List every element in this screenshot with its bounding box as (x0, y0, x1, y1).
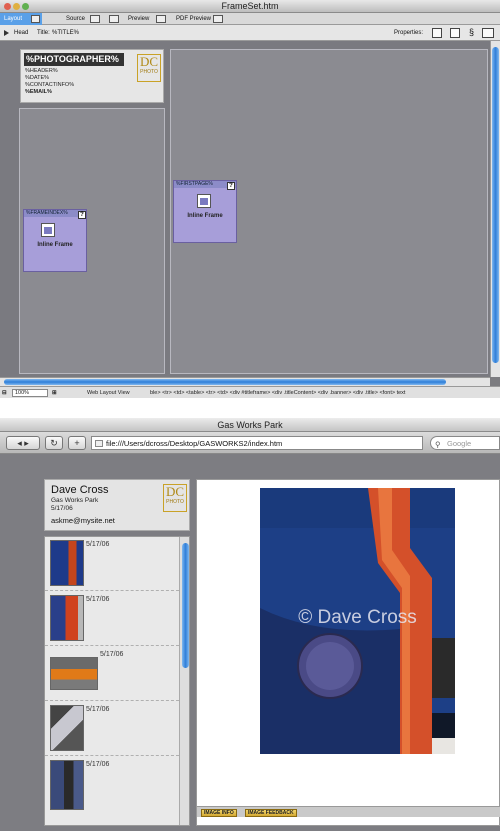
contactinfo-placeholder: %CONTACTINFO% (25, 82, 75, 88)
vertical-scroll-thumb[interactable] (492, 47, 499, 363)
thumbnail-date: 5/17/06 (100, 651, 124, 658)
logo-monogram: DC (139, 54, 159, 69)
header-placeholder: %HEADER% (25, 68, 58, 74)
back-forward-button[interactable]: ◂ ▸ (6, 436, 40, 450)
pdf-view-icon[interactable] (156, 15, 166, 23)
thumbnail-scroll-thumb[interactable] (182, 543, 189, 668)
thumbnail-image[interactable] (50, 657, 98, 690)
search-field[interactable]: ⚲ Google (430, 436, 500, 450)
photo-logo: DC PHOTO (137, 54, 161, 82)
main-frame-panel[interactable]: %FIRSTPAGE% ? Inline Frame (170, 49, 488, 374)
inline-frame-icon (197, 194, 211, 208)
head-bar: Head Title: %TITLE% Properties: § (0, 25, 500, 41)
editor-window: FrameSet.htm Layout Source Preview PDF P… (0, 0, 500, 398)
horizontal-scroll-thumb[interactable] (4, 379, 446, 385)
layout-view-icon[interactable] (31, 15, 40, 23)
list-item[interactable]: 5/17/06 (45, 757, 179, 811)
date-placeholder: %DATE% (25, 75, 50, 81)
help-icon[interactable]: ? (227, 182, 235, 190)
search-icon: ⚲ (435, 440, 441, 449)
editor-view-toolbar: Layout Source Preview PDF Preview (0, 13, 500, 25)
site-header: Dave Cross Gas Works Park 5/17/06 askme@… (44, 479, 190, 531)
thumbnail-scrollbar[interactable] (179, 537, 189, 825)
list-item[interactable]: 5/17/06 (45, 702, 179, 756)
gallery-subtitle: Gas Works Park (51, 497, 99, 504)
left-inline-frame[interactable]: %FRAMEINDEX% ? Inline Frame (23, 209, 87, 272)
source-tab[interactable]: Source (66, 13, 85, 25)
left-frame-panel[interactable]: %FRAMEINDEX% ? Inline Frame (19, 108, 165, 374)
thumbnail-image[interactable] (50, 540, 84, 586)
logo-monogram: DC (165, 484, 185, 499)
reload-icon[interactable]: ↻ (45, 436, 63, 450)
list-item[interactable]: 5/17/06 (45, 592, 179, 646)
editor-titlebar: FrameSet.htm (0, 0, 500, 13)
properties-label: Properties: (394, 30, 424, 36)
header-frame[interactable]: %PHOTOGRAPHER% %HEADER% %DATE% %CONTACTI… (20, 49, 164, 103)
head-label: Head (14, 30, 29, 36)
pdf-preview-icon[interactable] (213, 15, 223, 23)
inline-frame-icon (41, 223, 55, 237)
editor-vertical-scrollbar[interactable] (490, 41, 500, 377)
editor-title: FrameSet.htm (221, 1, 279, 11)
zoom-out-icon[interactable]: ⊟ (2, 387, 7, 398)
preview-tab[interactable]: Preview (128, 13, 149, 25)
thumbnail-frame[interactable]: 5/17/06 5/17/06 5/17/06 5/17/06 5/17/06 (44, 536, 190, 826)
disclosure-triangle-icon[interactable] (4, 30, 9, 36)
browser-titlebar: Gas Works Park (0, 418, 500, 432)
preview-view-icon[interactable] (109, 15, 119, 23)
editor-horizontal-scrollbar[interactable] (0, 377, 490, 386)
page-properties-icon[interactable] (432, 28, 442, 38)
zoom-in-icon[interactable]: ⊞ (52, 387, 57, 398)
title-value[interactable]: %TITLE% (52, 25, 79, 41)
copyright-watermark: © Dave Cross (298, 607, 417, 628)
thumbnail-image[interactable] (50, 595, 84, 641)
scripts-icon[interactable]: § (469, 27, 474, 38)
add-bookmark-button[interactable]: + (68, 436, 86, 450)
photographer-name: Dave Cross (51, 484, 109, 496)
frameset-properties-icon[interactable] (450, 28, 460, 38)
inline-frame-label: Inline Frame (37, 242, 73, 248)
photo-logo: DC PHOTO (163, 484, 187, 512)
thumbnail-date: 5/17/06 (86, 706, 110, 713)
search-placeholder: Google (447, 439, 472, 448)
main-inline-frame[interactable]: %FIRSTPAGE% ? Inline Frame (173, 180, 237, 243)
editor-status-bar: ⊟ 100% ⊞ Web Layout View ble> <tr> <td> … (0, 386, 500, 398)
main-photo[interactable]: © Dave Cross (260, 488, 455, 754)
pdf-preview-tab[interactable]: PDF Preview (176, 13, 211, 25)
frameindex-tag: %FRAMEINDEX% (24, 210, 86, 217)
image-info-tab[interactable]: IMAGE INFO (201, 809, 237, 817)
inline-frame-label: Inline Frame (187, 213, 223, 219)
image-tab-strip: IMAGE INFO IMAGE FEEDBACK (197, 806, 500, 817)
source-view-icon[interactable] (90, 15, 100, 23)
browser-toolbar: ◂ ▸ ↻ + file:///Users/dcross/Desktop/GAS… (0, 432, 500, 454)
tag-path[interactable]: ble> <tr> <td> <table> <tr> <td> <div #t… (150, 387, 405, 398)
url-text: file:///Users/dcross/Desktop/GASWORKS2/i… (106, 439, 283, 448)
image-feedback-tab[interactable]: IMAGE FEEDBACK (245, 809, 297, 817)
thumbnail-image[interactable] (50, 760, 84, 810)
gallery-date: 5/17/06 (51, 505, 73, 512)
zoom-select[interactable]: 100% (12, 389, 48, 397)
file-icon (95, 440, 103, 447)
browser-title: Gas Works Park (217, 420, 283, 430)
view-mode-select[interactable]: Web Layout View (87, 387, 130, 398)
thumbnail-date: 5/17/06 (86, 596, 110, 603)
photographer-placeholder: %PHOTOGRAPHER% (24, 53, 124, 66)
contact-email[interactable]: askme@mysite.net (51, 516, 115, 525)
address-bar[interactable]: file:///Users/dcross/Desktop/GASWORKS2/i… (91, 436, 423, 450)
email-placeholder: %EMAIL% (25, 89, 52, 95)
help-icon[interactable]: ? (78, 211, 86, 219)
thumbnail-date: 5/17/06 (86, 541, 110, 548)
thumbnail-date: 5/17/06 (86, 761, 110, 768)
list-item[interactable]: 5/17/06 (45, 537, 179, 591)
layout-canvas: %PHOTOGRAPHER% %HEADER% %DATE% %CONTACTI… (0, 41, 490, 377)
main-image-frame: © Dave Cross IMAGE INFO IMAGE FEEDBACK (196, 479, 500, 826)
layout-options-icon[interactable] (482, 28, 494, 38)
thumbnail-image[interactable] (50, 705, 84, 751)
title-label: Title: (37, 30, 50, 36)
logo-text: PHOTO (166, 499, 184, 505)
logo-text: PHOTO (140, 69, 158, 75)
list-item[interactable]: 5/17/06 (45, 647, 179, 701)
browser-window: Gas Works Park ◂ ▸ ↻ + file:///Users/dcr… (0, 418, 500, 831)
